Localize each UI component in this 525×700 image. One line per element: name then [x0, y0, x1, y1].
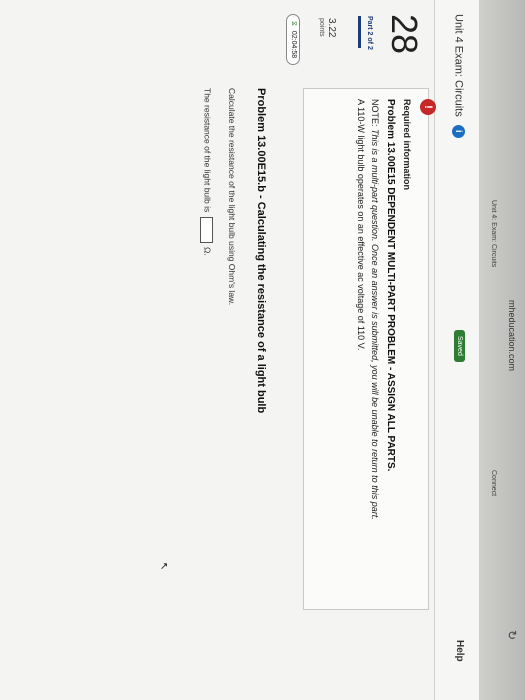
- timer-text: 02:04:58: [290, 30, 297, 59]
- part-label[interactable]: Part 2 of 2: [366, 16, 373, 50]
- app-header: Unit 4 Exam: Circuits i Saved Help: [434, 0, 479, 700]
- points-value: 3.22: [326, 18, 337, 38]
- saved-badge: Saved: [454, 330, 465, 362]
- clock-icon: ⧖: [290, 21, 297, 26]
- tab-strip: Unit 4: Exam: Circuits Connect: [483, 0, 503, 700]
- answer-line: The resistance of the light bulb is Ω.: [200, 88, 213, 256]
- exam-title-text: Unit 4 Exam: Circuits: [452, 14, 465, 117]
- photo-frame: mheducation.com ↻ Unit 4: Exam: Circuits…: [0, 0, 525, 700]
- note-text: This is a multi-part question. Once an a…: [370, 129, 380, 520]
- subproblem-prompt: Calculate the resistance of the light bu…: [227, 88, 237, 306]
- problem-description: A 110-W light bulb operates on an effect…: [356, 99, 366, 351]
- answer-prefix: The resistance of the light bulb is: [202, 88, 213, 213]
- warning-icon: !: [420, 99, 436, 115]
- rotated-screen: mheducation.com ↻ Unit 4: Exam: Circuits…: [0, 0, 525, 700]
- help-link[interactable]: Help: [454, 640, 465, 662]
- browser-bar: mheducation.com ↻ Unit 4: Exam: Circuits…: [479, 0, 525, 700]
- resistance-answer-input[interactable]: [200, 216, 213, 243]
- problem-heading: Problem 13.00E15 DEPENDENT MULTI-PART PR…: [385, 99, 396, 472]
- exam-title: Unit 4 Exam: Circuits i: [452, 14, 465, 138]
- info-icon[interactable]: i: [452, 124, 465, 138]
- answer-unit: Ω.: [202, 247, 213, 256]
- subproblem-title: Problem 13.00E15.b - Calculating the res…: [255, 88, 267, 414]
- required-info-title: Required information: [402, 99, 412, 191]
- browser-tab[interactable]: Unit 4: Exam: Circuits: [490, 200, 497, 267]
- required-info-box: ! Required information Problem 13.00E15 …: [303, 88, 436, 610]
- multi-part-note: NOTE: This is a multi-part question. Onc…: [370, 99, 380, 520]
- points-label: points: [318, 18, 325, 37]
- reload-icon[interactable]: ↻: [505, 630, 519, 640]
- mouse-cursor-icon: ↖: [158, 562, 169, 571]
- url-text[interactable]: mheducation.com: [507, 300, 517, 371]
- question-number: 28: [384, 14, 425, 55]
- note-prefix: NOTE:: [370, 99, 380, 130]
- part-progress-bar: [358, 16, 361, 48]
- timer-badge: ⧖ 02:04:58: [286, 14, 300, 66]
- browser-tab[interactable]: Connect: [490, 470, 497, 496]
